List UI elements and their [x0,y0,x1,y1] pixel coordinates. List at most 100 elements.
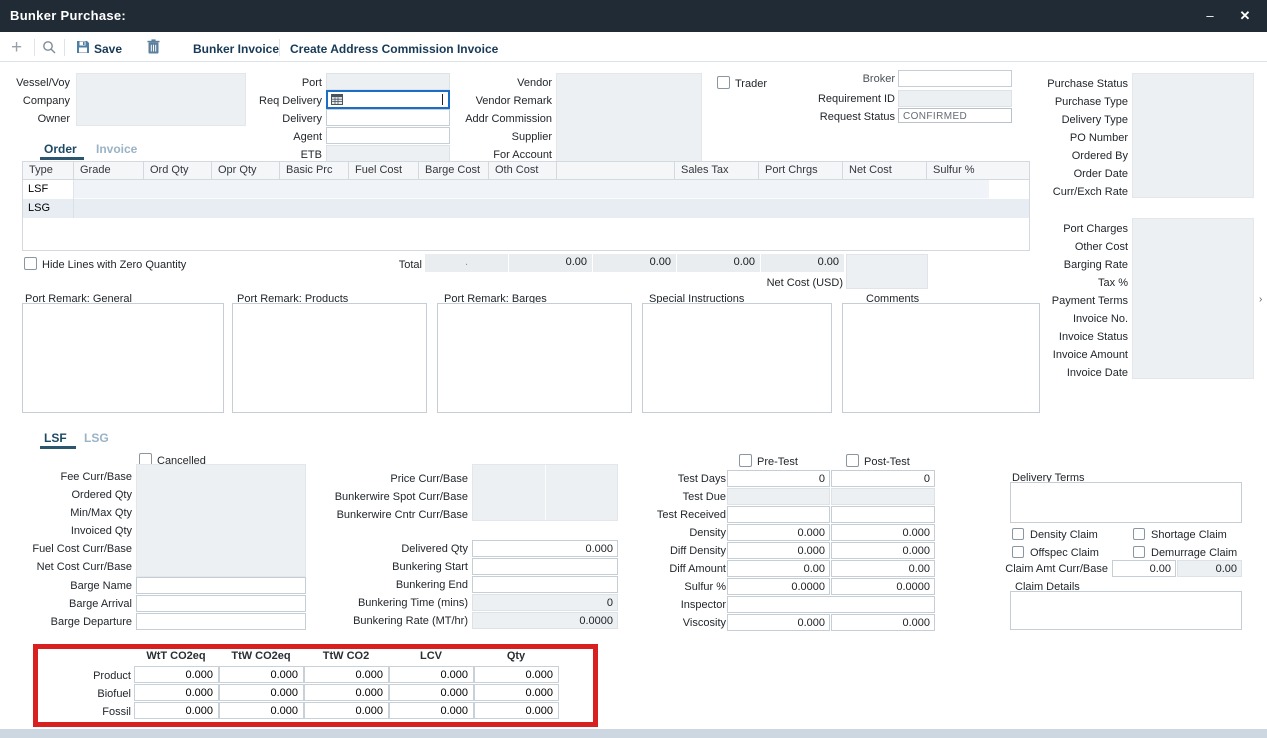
density-pre-field[interactable]: 0.000 [727,524,830,541]
horizontal-scrollbar[interactable] [0,729,1267,738]
col-basic-prc[interactable]: Basic Prc [280,162,349,179]
co2-biofuel-lcv[interactable]: 0.000 [389,684,474,701]
order-grid: Type Grade Ord Qty Opr Qty Basic Prc Fue… [22,161,1030,251]
offspec-claim-checkbox[interactable] [1012,546,1024,558]
sulfur-pre-field[interactable]: 0.0000 [727,578,830,595]
port-remark-products-textarea[interactable] [232,303,427,413]
port-remark-barges-textarea[interactable] [437,303,632,413]
co2-fossil-wtt[interactable]: 0.000 [134,702,219,719]
co2-fossil-ttw[interactable]: 0.000 [304,702,389,719]
net-cost-usd-field [846,254,928,289]
shortage-claim-checkbox[interactable] [1133,528,1145,540]
co2-biofuel-ttweq[interactable]: 0.000 [219,684,304,701]
co2-fossil-qty[interactable]: 0.000 [474,702,559,719]
co2-product-wtt[interactable]: 0.000 [134,666,219,683]
total-cell-3: 0.00 [677,254,760,272]
total-label: Total [352,258,422,272]
col-type[interactable]: Type [23,162,74,179]
col-opr-qty[interactable]: Opr Qty [212,162,280,179]
special-instructions-textarea[interactable] [642,303,832,413]
viscosity-pre-field[interactable]: 0.000 [727,614,830,631]
co2-product-ttweq[interactable]: 0.000 [219,666,304,683]
add-icon[interactable]: + [11,37,22,59]
close-button[interactable]: ✕ [1233,5,1257,27]
col-barge-cost[interactable]: Barge Cost [419,162,489,179]
delivery-terms-textarea[interactable] [1010,482,1242,523]
viscosity-post-field[interactable]: 0.000 [831,614,935,631]
post-test-checkbox[interactable] [846,454,859,467]
co2-product-ttw[interactable]: 0.000 [304,666,389,683]
co2-biofuel-qty[interactable]: 0.000 [474,684,559,701]
vessel-voy-label: Vessel/Voy [0,76,70,90]
test-days-post-field[interactable]: 0 [831,470,935,487]
create-commission-invoice-button[interactable]: Create Address Commission Invoice [290,42,498,56]
diff-density-post-field[interactable]: 0.000 [831,542,935,559]
col-port-chrgs[interactable]: Port Chrgs [759,162,843,179]
calendar-icon[interactable] [331,94,343,109]
co2-fossil-lcv[interactable]: 0.000 [389,702,474,719]
tab-order[interactable]: Order [44,142,77,156]
invoice-date-label: Invoice Date [988,366,1128,380]
grid-row-lsf[interactable]: LSF [23,180,989,199]
col-net-cost[interactable]: Net Cost [843,162,927,179]
sulfur-post-field[interactable]: 0.0000 [831,578,935,595]
save-icon[interactable] [76,40,90,59]
fuel-cost-curr-base-label: Fuel Cost Curr/Base [2,542,132,556]
hide-zero-qty-checkbox[interactable] [24,257,37,270]
inspector-label: Inspector [576,598,726,612]
title-bar: Bunker Purchase: – ✕ [0,0,1267,32]
density-post-field[interactable]: 0.000 [831,524,935,541]
inspector-field[interactable] [727,596,935,613]
net-cost-usd-label: Net Cost (USD) [743,276,843,290]
co2-product-qty[interactable]: 0.000 [474,666,559,683]
test-received-post-field[interactable] [831,506,935,523]
trader-checkbox[interactable] [717,76,730,89]
minimize-button[interactable]: – [1198,5,1222,27]
col-sales-tax[interactable]: Sales Tax [675,162,759,179]
search-icon[interactable] [42,40,57,60]
tab-invoice[interactable]: Invoice [96,142,137,156]
col-sulfur[interactable]: Sulfur % [927,162,1029,179]
pre-test-checkbox[interactable] [739,454,752,467]
col-grade[interactable]: Grade [74,162,144,179]
toolbar-divider [34,39,35,56]
test-due-pre-field [727,488,830,505]
grid-row-lsg-type[interactable]: LSG [23,199,74,218]
broker-field[interactable] [898,70,1012,87]
save-button[interactable]: Save [94,42,122,56]
offspec-claim-label: Offspec Claim [1030,546,1099,560]
co2-biofuel-ttw[interactable]: 0.000 [304,684,389,701]
co2-biofuel-wtt[interactable]: 0.000 [134,684,219,701]
grid-row-lsg[interactable]: LSG [23,199,1029,218]
shortage-claim-label: Shortage Claim [1151,528,1227,542]
pre-test-label: Pre-Test [757,455,798,469]
col-oth-cost[interactable]: Oth Cost [489,162,557,179]
diff-amount-pre-field[interactable]: 0.00 [727,560,830,577]
test-days-pre-field[interactable]: 0 [727,470,830,487]
cost-panel-field [1132,218,1254,379]
grid-row-lsf-type[interactable]: LSF [23,180,74,199]
col-fuel-cost[interactable]: Fuel Cost [349,162,419,179]
bunker-invoice-button[interactable]: Bunker Invoice [193,42,279,56]
co2-product-lcv[interactable]: 0.000 [389,666,474,683]
density-claim-checkbox[interactable] [1012,528,1024,540]
window-title: Bunker Purchase: [10,8,126,23]
diff-density-pre-field[interactable]: 0.000 [727,542,830,559]
demurrage-claim-checkbox[interactable] [1133,546,1145,558]
claim-amt-curr-field[interactable]: 0.00 [1112,560,1176,577]
claim-details-textarea[interactable] [1010,591,1242,630]
test-received-pre-field[interactable] [727,506,830,523]
clipped-dropdown-icon: › [1259,293,1262,307]
bunkering-time-label: Bunkering Time (mins) [268,596,468,610]
diff-amount-post-field[interactable]: 0.00 [831,560,935,577]
co2-fossil-ttweq[interactable]: 0.000 [219,702,304,719]
tab-lsf[interactable]: LSF [44,431,67,445]
col-ord-qty[interactable]: Ord Qty [144,162,212,179]
toolbar-divider [279,39,280,56]
request-status-label: Request Status [775,110,895,124]
trash-icon[interactable] [147,39,160,59]
port-remark-general-textarea[interactable] [22,303,224,413]
price-curr-base-label: Price Curr/Base [268,472,468,486]
vendor-group-field [556,73,702,163]
tab-lsg[interactable]: LSG [84,431,109,445]
